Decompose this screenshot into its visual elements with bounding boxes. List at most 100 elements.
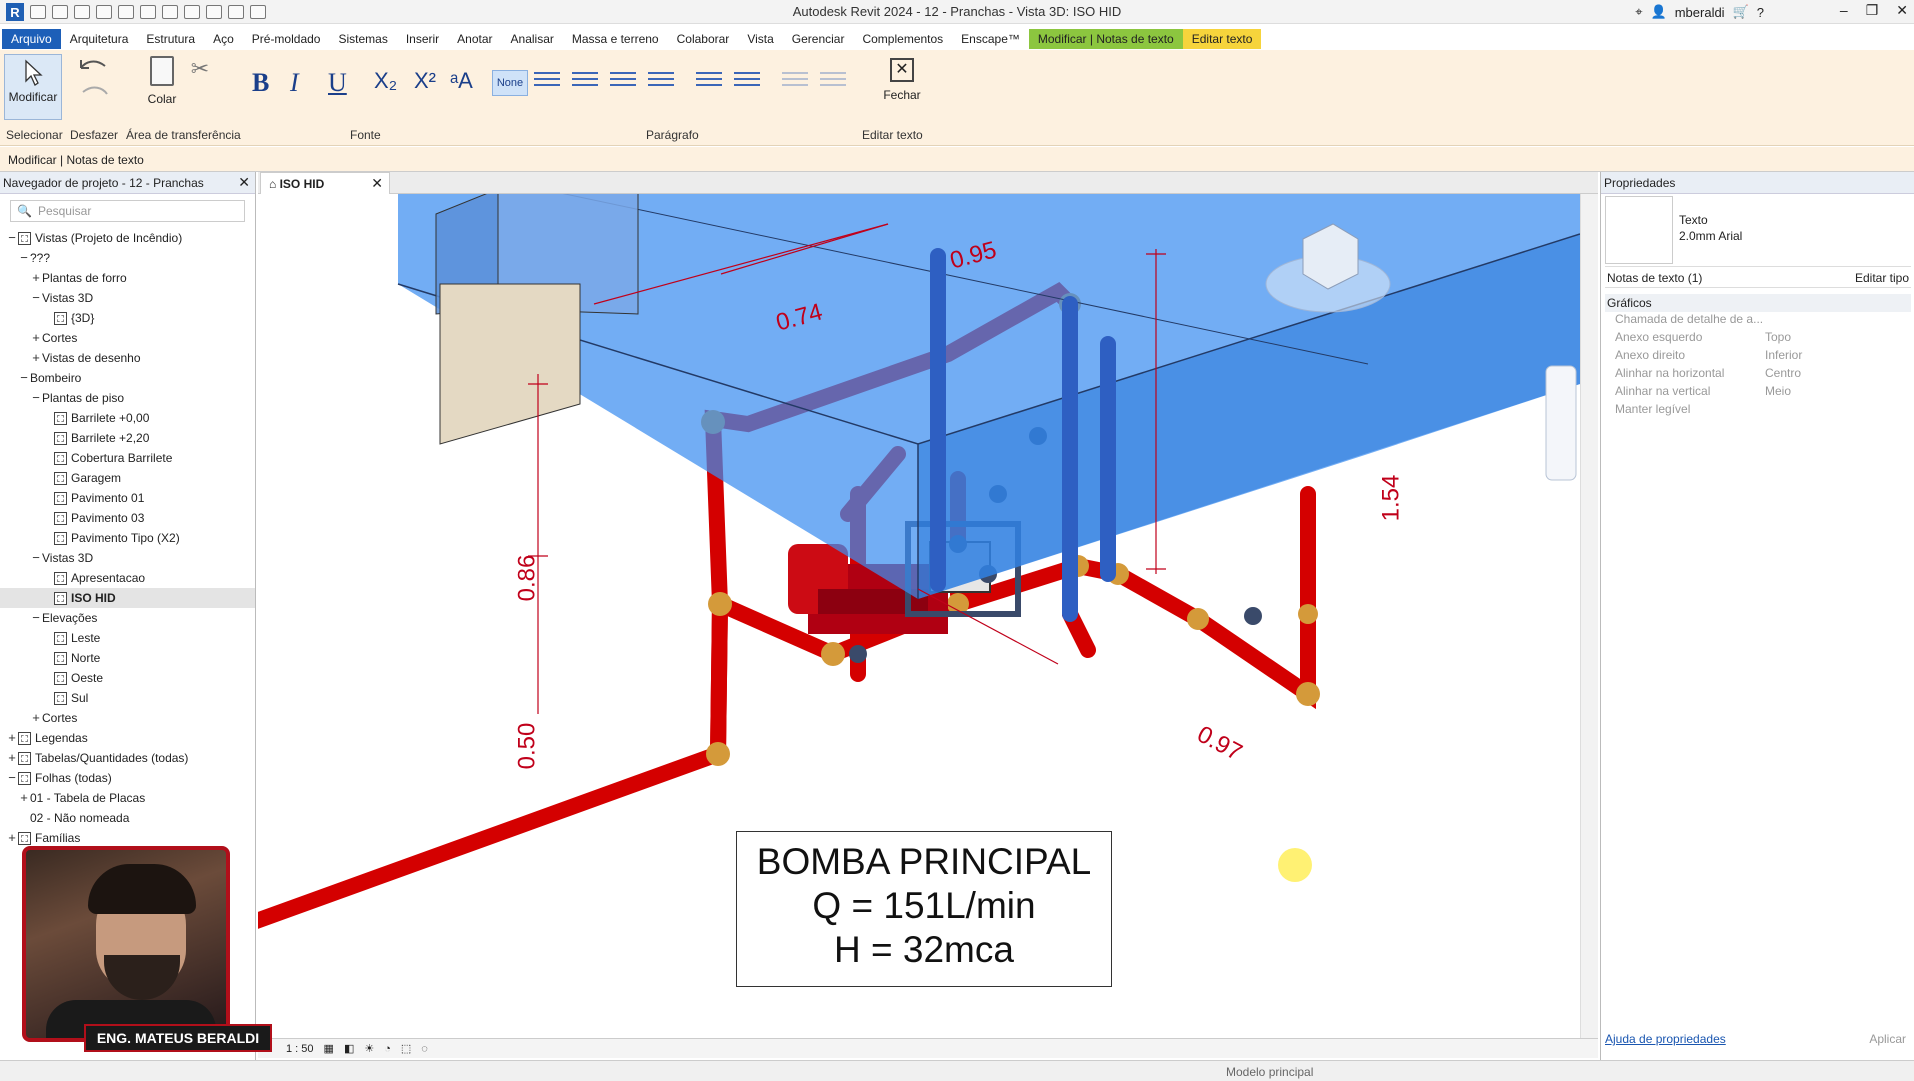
tab-sistemas[interactable]: Sistemas [329, 29, 396, 49]
expand-icon[interactable]: + [30, 268, 42, 288]
collapse-icon[interactable]: − [6, 768, 18, 788]
tree-item[interactable]: − Vistas 3D [0, 288, 255, 308]
bullets-button[interactable] [534, 68, 560, 94]
panel-edit-text-label[interactable]: Editar texto [862, 128, 923, 142]
close-icon[interactable]: ✕ [238, 174, 250, 191]
subscript-button[interactable]: X₂ [374, 68, 397, 94]
tree-item[interactable]: Barrilete +2,20 [0, 428, 255, 448]
tree-item[interactable]: + Legendas [0, 728, 255, 748]
tab-colaborar[interactable]: Colaborar [668, 29, 739, 49]
tab-pr-moldado[interactable]: Pré-moldado [243, 29, 330, 49]
tab-modificar-notas-de-texto[interactable]: Modificar | Notas de texto [1028, 29, 1183, 49]
change-case-button[interactable]: ᵃA [450, 68, 473, 94]
expand-icon[interactable]: + [30, 328, 42, 348]
parameter-value[interactable]: Topo [1765, 330, 1791, 348]
tree-item[interactable]: − Plantas de piso [0, 388, 255, 408]
text-note-box[interactable]: BOMBA PRINCIPAL Q = 151L/min H = 32mca [736, 831, 1112, 987]
modify-button[interactable]: Modificar [4, 54, 62, 120]
tree-item[interactable]: Norte [0, 648, 255, 668]
tree-item[interactable]: + Plantas de forro [0, 268, 255, 288]
tab-enscape-[interactable]: Enscape™ [952, 29, 1029, 49]
tree-item[interactable]: +01 - Tabela de Placas [0, 788, 255, 808]
tree-item[interactable]: 02 - Não nomeada [0, 808, 255, 828]
dim-0-50[interactable]: 0.50 [513, 723, 541, 770]
properties-help-link[interactable]: Ajuda de propriedades [1605, 1032, 1726, 1046]
parameter-value[interactable]: Centro [1765, 366, 1801, 384]
collapse-icon[interactable]: − [18, 368, 30, 388]
tree-item[interactable]: − Folhas (todas) [0, 768, 255, 788]
superscript-button[interactable]: X² [414, 68, 436, 94]
collapse-icon[interactable]: − [18, 248, 30, 268]
tree-item[interactable]: Garagem [0, 468, 255, 488]
tab-anotar[interactable]: Anotar [448, 29, 501, 49]
tab-estrutura[interactable]: Estrutura [137, 29, 204, 49]
help-icon[interactable]: ? [1757, 5, 1764, 20]
3d-viewport[interactable]: 0.95 0.74 0.86 0.50 1.54 0.97 BOMBA PRIN… [258, 194, 1580, 1044]
close-tab-icon[interactable]: ✕ [371, 175, 383, 192]
tree-item[interactable]: Pavimento Tipo (X2) [0, 528, 255, 548]
tree-item[interactable]: Oeste [0, 668, 255, 688]
cart-icon[interactable]: 🛒 [1733, 4, 1749, 20]
instance-selector[interactable]: Notas de texto (1) Editar tipo [1605, 266, 1911, 288]
view-scrollbar[interactable] [1580, 194, 1598, 1044]
tree-item[interactable]: Barrilete +0,00 [0, 408, 255, 428]
alpha-upper-list-button[interactable] [610, 68, 636, 94]
sun-path-icon[interactable]: ☀ [364, 1042, 374, 1055]
paste-button[interactable]: Colar [144, 56, 180, 106]
cut-button[interactable]: ✂ [188, 56, 212, 82]
navigation-bar[interactable] [1545, 365, 1577, 481]
minimize-icon[interactable]: – [1840, 2, 1848, 19]
visual-style-icon[interactable]: ◧ [344, 1042, 354, 1055]
search-input[interactable]: 🔍 Pesquisar [10, 200, 245, 222]
italic-button[interactable]: I [290, 68, 299, 98]
parameter-value[interactable]: Inferior [1765, 348, 1802, 366]
edit-type-button[interactable]: Editar tipo [1855, 271, 1909, 285]
tab-complementos[interactable]: Complementos [853, 29, 952, 49]
increase-indent-button[interactable] [734, 68, 760, 94]
active-workset[interactable]: Modelo principal [1226, 1065, 1313, 1079]
parameter-row[interactable]: Anexo esquerdo Topo [1615, 330, 1911, 348]
undo-button[interactable] [76, 54, 112, 107]
parameter-row[interactable]: Alinhar na horizontal Centro [1615, 366, 1911, 384]
collapse-icon[interactable]: − [30, 388, 42, 408]
tab-analisar[interactable]: Analisar [502, 29, 563, 49]
increment-list-button[interactable] [782, 68, 808, 94]
tab-editar-texto[interactable]: Editar texto [1182, 29, 1262, 49]
tree-item[interactable]: + Tabelas/Quantidades (todas) [0, 748, 255, 768]
temporary-hide-icon[interactable]: ◌ [421, 1043, 428, 1055]
tree-item[interactable]: Cobertura Barrilete [0, 448, 255, 468]
tree-item[interactable]: Leste [0, 628, 255, 648]
tree-item[interactable]: − Vistas 3D [0, 548, 255, 568]
type-selector[interactable]: Texto 2.0mm Arial [1679, 212, 1742, 244]
collapse-icon[interactable]: − [30, 548, 42, 568]
shadows-icon[interactable]: ◔ [384, 1043, 391, 1055]
tree-item[interactable]: Pavimento 01 [0, 488, 255, 508]
restore-icon[interactable]: ❐ [1866, 2, 1879, 19]
tree-item[interactable]: Sul [0, 688, 255, 708]
dim-0-86[interactable]: 0.86 [513, 555, 541, 602]
scale-label[interactable]: 1 : 50 [286, 1043, 314, 1055]
expand-icon[interactable]: + [6, 728, 18, 748]
tree-item[interactable]: + Famílias [0, 828, 255, 848]
bold-button[interactable]: B [252, 68, 269, 98]
binoculars-icon[interactable]: ⌖ [1635, 4, 1642, 20]
tab-massa-e-terreno[interactable]: Massa e terreno [563, 29, 668, 49]
tree-item[interactable]: − Vistas (Projeto de Incêndio) [0, 228, 255, 248]
username[interactable]: mberaldi [1675, 5, 1725, 20]
expand-icon[interactable]: + [30, 708, 42, 728]
decrement-list-button[interactable] [820, 68, 846, 94]
collapse-icon[interactable]: − [30, 608, 42, 628]
tab-vista[interactable]: Vista [738, 29, 782, 49]
close-icon[interactable]: ✕ [1896, 2, 1908, 19]
tab-a-o[interactable]: Aço [204, 29, 243, 49]
tab-arquivo[interactable]: Arquivo [2, 29, 61, 49]
tab-gerenciar[interactable]: Gerenciar [783, 29, 854, 49]
detail-level-icon[interactable]: ▦ [324, 1042, 334, 1055]
tree-item[interactable]: Pavimento 03 [0, 508, 255, 528]
numbering-button[interactable] [572, 68, 598, 94]
expand-icon[interactable]: + [6, 828, 18, 848]
tree-item[interactable]: −??? [0, 248, 255, 268]
crop-view-icon[interactable]: ⬚ [401, 1042, 411, 1055]
group-graphics[interactable]: Gráficos [1605, 294, 1911, 312]
expand-icon[interactable]: + [18, 788, 30, 808]
